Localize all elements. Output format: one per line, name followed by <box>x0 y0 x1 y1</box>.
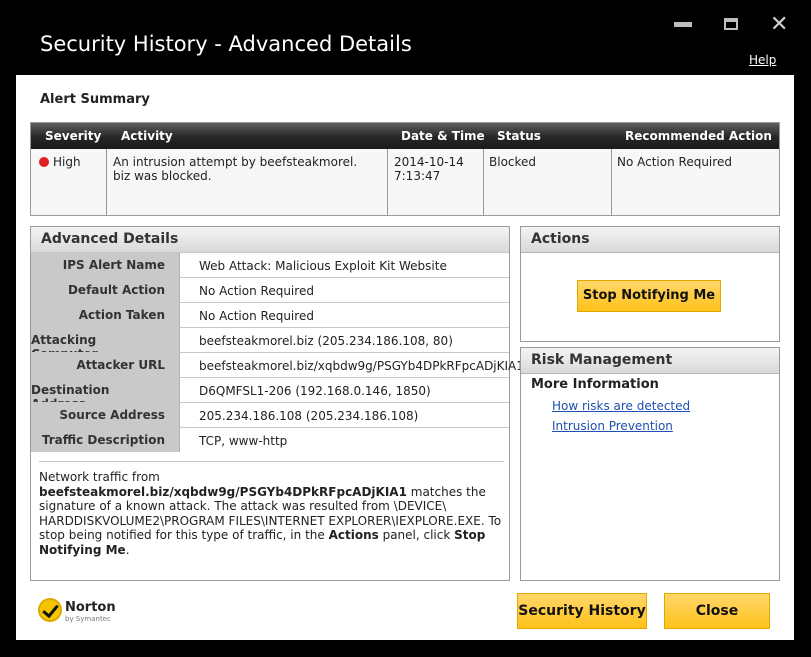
norton-check-icon <box>38 598 62 622</box>
actions-panel: Actions Stop Notifying Me <box>520 226 780 342</box>
description-url: beefsteakmorel.biz/xqbdw9g/PSGYb4DPkRFpc… <box>39 484 407 499</box>
detail-row-attacking-computer: Attacking Computer beefsteakmorel.biz (2… <box>31 327 509 361</box>
minimize-icon[interactable] <box>674 22 692 27</box>
alert-summary-table: Severity Activity Date & Time Status Rec… <box>30 122 780 216</box>
description-text: Network traffic from beefsteakmorel.biz/… <box>39 461 504 557</box>
detail-value: No Action Required <box>199 309 314 323</box>
recommended-action-value: No Action Required <box>617 155 732 169</box>
norton-logo-subtext: by Symantec <box>65 615 111 623</box>
detail-label: Source Address <box>59 408 165 422</box>
advanced-details-header: Advanced Details <box>31 227 509 253</box>
app-window: Security History - Advanced Details ✕ He… <box>0 0 811 657</box>
help-link[interactable]: Help <box>749 53 776 67</box>
detail-label: Traffic Description <box>41 433 165 447</box>
column-divider <box>611 149 612 215</box>
detail-value: TCP, www-http <box>199 434 288 448</box>
column-header-date-time[interactable]: Date & Time <box>401 129 485 143</box>
content-area: Alert Summary Severity Activity Date & T… <box>16 75 794 640</box>
detail-label: Action Taken <box>78 308 165 322</box>
activity-line1: An intrusion attempt by beefsteakmorel. <box>113 155 358 169</box>
alert-summary-heading: Alert Summary <box>40 92 150 107</box>
description-actions-word: Actions <box>328 528 379 542</box>
close-icon[interactable]: ✕ <box>770 12 788 37</box>
how-risks-detected-link[interactable]: How risks are detected <box>552 399 690 413</box>
security-history-button[interactable]: Security History <box>517 593 647 629</box>
severity-value: High <box>53 155 81 169</box>
maximize-icon[interactable] <box>724 18 738 30</box>
description-part: panel, click <box>378 528 455 542</box>
column-header-severity[interactable]: Severity <box>45 129 101 143</box>
detail-row-ips-alert-name: IPS Alert Name Web Attack: Malicious Exp… <box>31 252 509 277</box>
risk-management-panel: Risk Management More Information How ris… <box>520 347 780 581</box>
window-title: Security History - Advanced Details <box>40 32 412 56</box>
detail-row-action-taken: Action Taken No Action Required <box>31 302 509 327</box>
time-value: 7:13:47 <box>394 169 441 183</box>
detail-row-source-address: Source Address 205.234.186.108 (205.234.… <box>31 402 509 427</box>
norton-logo: Norton by Symantec <box>38 598 118 628</box>
status-value: Blocked <box>489 155 537 169</box>
column-divider <box>387 149 388 215</box>
column-header-recommended-action[interactable]: Recommended Action <box>625 129 772 143</box>
detail-row-default-action: Default Action No Action Required <box>31 277 509 302</box>
detail-value: beefsteakmorel.biz/xqbdw9g/PSGYb4DPkRFpc… <box>199 359 524 373</box>
detail-row-attacker-url: Attacker URL beefsteakmorel.biz/xqbdw9g/… <box>31 352 524 377</box>
table-header: Severity Activity Date & Time Status Rec… <box>31 123 779 149</box>
column-header-status[interactable]: Status <box>497 129 541 143</box>
detail-value: 205.234.186.108 (205.234.186.108) <box>199 409 419 423</box>
actions-header: Actions <box>521 227 779 253</box>
detail-value: D6QMFSL1-206 (192.168.0.146, 1850) <box>199 384 431 398</box>
risk-management-heading: Risk Management <box>531 352 673 368</box>
risk-management-header: Risk Management <box>521 348 779 374</box>
actions-heading: Actions <box>531 231 590 247</box>
description-part: Network traffic from <box>39 470 160 484</box>
column-divider <box>483 149 484 215</box>
column-header-activity[interactable]: Activity <box>121 129 173 143</box>
norton-logo-text: Norton <box>65 600 116 615</box>
detail-row-destination-address: Destination Address D6QMFSL1-206 (192.16… <box>31 377 509 411</box>
detail-value: No Action Required <box>199 284 314 298</box>
severity-high-icon <box>39 157 49 167</box>
more-information-heading: More Information <box>531 377 659 392</box>
detail-label: IPS Alert Name <box>62 258 165 272</box>
intrusion-prevention-link[interactable]: Intrusion Prevention <box>552 419 673 433</box>
stop-notifying-button[interactable]: Stop Notifying Me <box>577 280 721 312</box>
advanced-details-panel: Advanced Details IPS Alert Name Web Atta… <box>30 226 524 581</box>
column-divider <box>106 149 107 215</box>
detail-value: beefsteakmorel.biz (205.234.186.108, 80) <box>199 334 453 348</box>
detail-row-traffic-description: Traffic Description TCP, www-http <box>31 427 509 452</box>
advanced-details-heading: Advanced Details <box>41 231 179 247</box>
detail-label: Attacker URL <box>76 358 166 372</box>
description-part: . <box>125 542 130 557</box>
activity-line2: biz was blocked. <box>113 169 212 183</box>
detail-label: Default Action <box>67 283 165 297</box>
close-button[interactable]: Close <box>664 593 770 629</box>
detail-value: Web Attack: Malicious Exploit Kit Websit… <box>199 259 447 273</box>
date-value: 2014-10-14 <box>394 155 464 169</box>
